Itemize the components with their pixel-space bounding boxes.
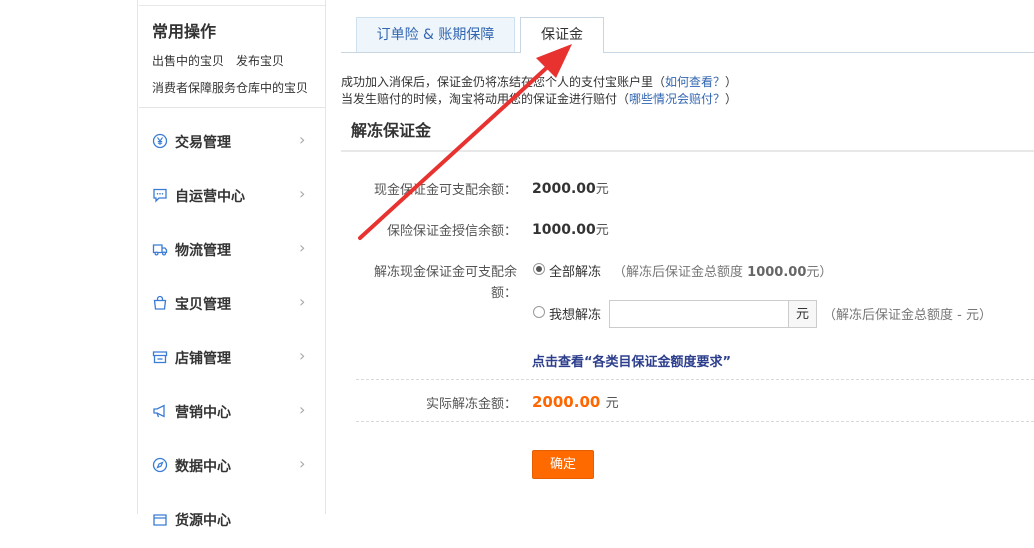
cash-available-value: 2000.00元 (532, 178, 609, 197)
sidebar-item-items[interactable]: 宝贝管理 › (139, 278, 325, 332)
sidebar-item-self-operation[interactable]: 自运营中心 › (139, 170, 325, 224)
confirm-button[interactable]: 确定 (532, 450, 594, 479)
notice-text: 当发生赔付的时候，淘宝将动用您的保证金进行赔付（ (341, 92, 630, 106)
section-divider (341, 150, 1034, 152)
box-icon (152, 511, 168, 527)
radio-unfreeze-all[interactable] (533, 263, 545, 275)
how-to-check-link[interactable]: 如何查看？ (665, 75, 725, 89)
amount-unit: 元 (605, 396, 619, 411)
cash-available-label: 现金保证金可支配余额： (373, 183, 517, 198)
dashed-divider (356, 421, 1034, 422)
chevron-right-icon: › (299, 292, 306, 311)
unfreeze-label: 解冻现金保证金可支配余 (373, 265, 517, 280)
unfreeze-all-hint: （解冻后保证金总额度 1000.00元） (613, 261, 832, 280)
sidebar-item-trade[interactable]: 交易管理 › (139, 116, 325, 170)
section-title: 解冻保证金 (351, 121, 432, 140)
hint-text: 元） (806, 265, 833, 280)
quick-link-selling-items[interactable]: 出售中的宝贝 (152, 52, 224, 69)
sidebar: 常用操作 出售中的宝贝 发布宝贝 消费者保障服务 仓库中的宝贝 交易管理 › 自… (139, 0, 325, 529)
actual-amount-label: 实际解冻金额： (425, 397, 517, 412)
unfreeze-label-cont: 额： (490, 286, 517, 301)
amount-number: 2000.00 (532, 181, 596, 197)
sidebar-item-label: 宝贝管理 (175, 297, 231, 313)
unfreeze-custom-label[interactable]: 我想解冻 (549, 304, 601, 323)
tab-deposit[interactable]: 保证金 (520, 17, 604, 53)
amount-number: 2000.00 (532, 393, 601, 411)
sidebar-top-line (139, 5, 325, 6)
amount-unit: 元 (595, 223, 609, 238)
sidebar-item-label: 数据中心 (175, 459, 231, 475)
notice-paren: ） (725, 75, 738, 89)
sidebar-divider (325, 0, 326, 514)
amount-unit-addon: 元 (789, 300, 817, 328)
tab-underline (341, 52, 1034, 53)
sidebar-item-logistics[interactable]: 物流管理 › (139, 224, 325, 278)
unfreeze-all-label[interactable]: 全部解冻 (549, 261, 601, 280)
chevron-right-icon: › (299, 130, 306, 149)
chevron-right-icon: › (299, 346, 306, 365)
sidebar-item-supply[interactable]: 货源中心 (139, 494, 325, 548)
dashed-divider (356, 379, 1034, 380)
hint-amount: 1000.00 (747, 265, 807, 280)
chevron-right-icon: › (299, 184, 306, 203)
unfreeze-amount-input[interactable] (609, 300, 789, 328)
sidebar-item-label: 货源中心 (175, 513, 231, 529)
notice-line-1: 成功加入消保后，保证金仍将冻结在您个人的支付宝账户里（如何查看？） (341, 73, 737, 90)
insurance-credit-label: 保险保证金授信余额： (386, 224, 517, 239)
actual-amount-value: 2000.00 元 (532, 392, 619, 411)
bag-icon (152, 295, 168, 311)
notice-line-2: 当发生赔付的时候，淘宝将动用您的保证金进行赔付（哪些情况会赔付？） (341, 90, 737, 107)
yen-circle-icon (152, 133, 168, 149)
hint-text: （解冻后保证金总额度 (613, 265, 744, 280)
notice-paren: ） (725, 92, 738, 106)
compass-icon (152, 457, 168, 473)
sidebar-separator (139, 107, 325, 108)
sidebar-item-label: 营销中心 (175, 405, 231, 421)
which-cases-link[interactable]: 哪些情况会赔付？ (629, 92, 725, 106)
amount-unit: 元 (595, 182, 609, 197)
amount-number: 1000.00 (532, 222, 596, 238)
storefront-icon (152, 349, 168, 365)
unfreeze-custom-hint: （解冻后保证金总额度 - 元） (823, 308, 992, 323)
chevron-right-icon: › (299, 400, 306, 419)
sidebar-item-data[interactable]: 数据中心 › (139, 440, 325, 494)
sidebar-item-label: 交易管理 (175, 135, 231, 151)
chat-bubble-icon (152, 187, 168, 203)
sidebar-item-label: 自运营中心 (175, 189, 245, 205)
category-requirement-link[interactable]: 点击查看“各类目保证金额度要求” (532, 351, 731, 370)
left-border-line (137, 0, 138, 514)
truck-icon (152, 241, 168, 257)
quick-link-warehouse-items[interactable]: 仓库中的宝贝 (236, 79, 308, 96)
notice-text: 成功加入消保后，保证金仍将冻结在您个人的支付宝账户里（ (341, 75, 666, 89)
chevron-right-icon: › (299, 238, 306, 257)
sidebar-item-label: 物流管理 (175, 243, 231, 259)
sidebar-item-label: 店铺管理 (175, 351, 231, 367)
quick-link-consumer-protection[interactable]: 消费者保障服务 (152, 79, 236, 96)
sidebar-item-shop[interactable]: 店铺管理 › (139, 332, 325, 386)
megaphone-icon (152, 403, 168, 419)
quick-link-publish-item[interactable]: 发布宝贝 (236, 52, 284, 69)
radio-unfreeze-custom[interactable] (533, 306, 545, 318)
common-operations-title: 常用操作 (152, 22, 217, 41)
chevron-right-icon: › (299, 454, 306, 473)
sidebar-item-marketing[interactable]: 营销中心 › (139, 386, 325, 440)
tab-order-insurance[interactable]: 订单险 & 账期保障 (356, 17, 515, 52)
insurance-credit-value: 1000.00元 (532, 219, 609, 238)
